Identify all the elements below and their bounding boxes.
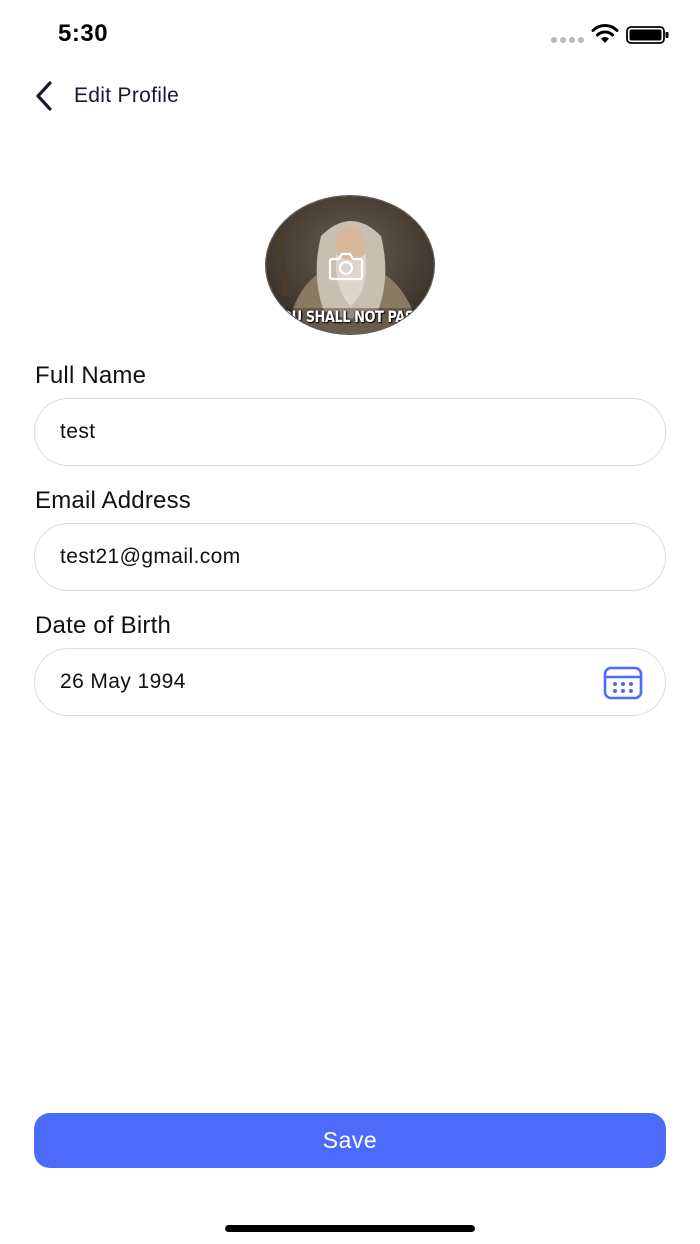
full-name-input[interactable]	[60, 399, 600, 465]
chevron-left-icon	[36, 81, 52, 111]
dob-field[interactable]	[34, 648, 666, 716]
full-name-label: Full Name	[35, 362, 147, 389]
battery-icon	[626, 26, 669, 44]
back-button[interactable]	[26, 78, 62, 114]
avatar-caption: YOU SHALL NOT PASS!	[272, 308, 428, 327]
wifi-icon	[591, 24, 619, 43]
cellular-signal-icon	[551, 37, 585, 43]
nav-bar: Edit Profile	[0, 70, 700, 122]
dob-label: Date of Birth	[35, 612, 171, 639]
status-bar: 5:30	[0, 0, 700, 70]
status-time: 5:30	[58, 20, 109, 47]
camera-icon[interactable]	[328, 251, 364, 281]
email-input[interactable]	[60, 524, 600, 590]
dob-input[interactable]	[60, 649, 600, 715]
page-title: Edit Profile	[74, 84, 180, 107]
home-indicator[interactable]	[225, 1225, 475, 1232]
calendar-icon[interactable]	[603, 665, 643, 701]
email-field[interactable]	[34, 523, 666, 591]
edit-profile-screen: 5:30 Edit Profile YOU SHALL NOT PASS! Fu…	[0, 0, 700, 1244]
email-label: Email Address	[35, 487, 191, 514]
save-button[interactable]: Save	[34, 1113, 666, 1168]
full-name-field[interactable]	[34, 398, 666, 466]
